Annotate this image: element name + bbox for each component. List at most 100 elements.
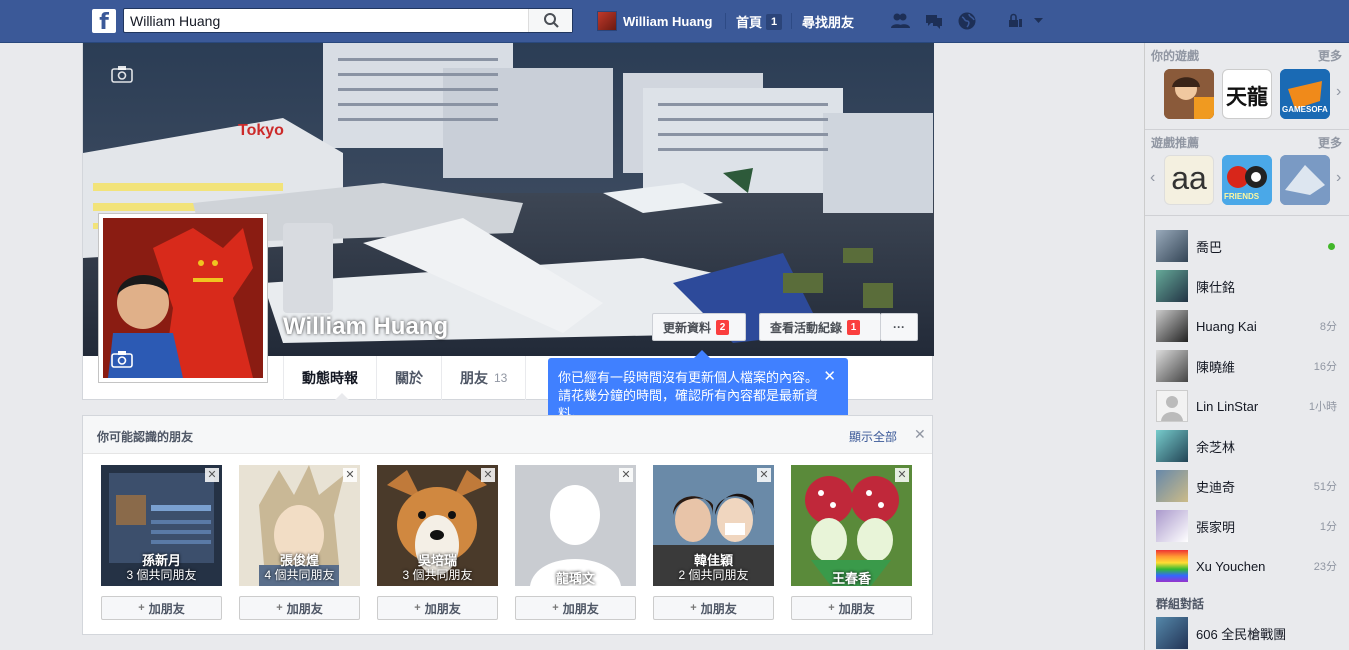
search-box xyxy=(123,8,573,33)
active-tab-indicator xyxy=(335,393,349,400)
pymk-photo[interactable]: ✕ 王春香 xyxy=(791,465,912,586)
friend-name: 喬巴 xyxy=(1196,239,1223,255)
game-icon xyxy=(1280,155,1330,205)
pymk-remove-icon[interactable]: ✕ xyxy=(895,468,909,482)
pymk-mutual[interactable]: 3 個共同朋友 xyxy=(101,566,222,583)
chat-friend-item[interactable]: 余芝林 xyxy=(1156,430,1346,462)
tab-about[interactable]: 關於 xyxy=(376,356,441,400)
games-more-link[interactable]: 更多 xyxy=(1318,47,1342,64)
search-button[interactable] xyxy=(528,9,572,32)
pymk-remove-icon[interactable]: ✕ xyxy=(481,468,495,482)
pymk-card: ✕ 吳培瑞 3 個共同朋友 + 加朋友 xyxy=(377,465,498,620)
more-options-button[interactable]: ··· xyxy=(880,313,918,341)
add-friend-button[interactable]: + 加朋友 xyxy=(239,596,360,620)
nav-find-friends-link[interactable]: 尋找朋友 xyxy=(802,12,854,31)
update-info-badge: 2 xyxy=(716,319,730,335)
nav-home-count: 1 xyxy=(766,13,783,30)
pymk-photo[interactable]: ✕ 孫新月 3 個共同朋友 xyxy=(101,465,222,586)
pymk-remove-icon[interactable]: ✕ xyxy=(343,468,357,482)
game-tile[interactable] xyxy=(1164,69,1214,119)
avatar xyxy=(1156,390,1188,422)
nav-profile-link[interactable]: William Huang xyxy=(597,10,712,32)
game-tile[interactable]: FRIENDS xyxy=(1222,155,1272,205)
pymk-remove-icon[interactable]: ✕ xyxy=(757,468,771,482)
sidebar-divider xyxy=(1145,129,1349,130)
chat-friend-item[interactable]: 張家明 1分 xyxy=(1156,510,1346,542)
add-friend-label: 加朋友 xyxy=(700,601,737,616)
pymk-photo[interactable]: ✕ 吳培瑞 3 個共同朋友 xyxy=(377,465,498,586)
games-next-arrow-icon[interactable]: › xyxy=(1336,83,1341,101)
group-chat-item[interactable]: 606 全民槍戰團 xyxy=(1156,617,1346,649)
add-friend-button[interactable]: + 加朋友 xyxy=(515,596,636,620)
add-friend-label: 加朋友 xyxy=(424,601,461,616)
profile-picture[interactable] xyxy=(98,213,268,383)
friend-requests-icon[interactable] xyxy=(890,11,910,31)
notifications-globe-icon[interactable] xyxy=(957,11,977,31)
pymk-mutual[interactable]: 3 個共同朋友 xyxy=(377,566,498,583)
avatar xyxy=(1156,350,1188,382)
chat-friend-item[interactable]: Lin LinStar 1小時 xyxy=(1156,390,1346,422)
add-friend-label: 加朋友 xyxy=(838,601,875,616)
game-tile[interactable]: GAMESOFA xyxy=(1280,69,1330,119)
chat-friend-item[interactable]: Xu Youchen 23分 xyxy=(1156,550,1346,582)
profile-header-card: Tokyo William Huang 更新資料 2 查看活動紀錄 1 ··· xyxy=(82,43,934,400)
tab-timeline[interactable]: 動態時報 xyxy=(283,356,376,400)
pymk-mutual[interactable]: 4 個共同朋友 xyxy=(239,566,360,583)
friend-last-active: 8分 xyxy=(1319,321,1337,333)
chat-friend-item[interactable]: Huang Kai 8分 xyxy=(1156,310,1346,342)
chat-friend-item[interactable]: 喬巴 xyxy=(1156,230,1346,262)
group-avatar xyxy=(1156,617,1188,649)
game-tile[interactable] xyxy=(1280,155,1330,205)
pymk-remove-icon[interactable]: ✕ xyxy=(205,468,219,482)
facebook-logo-icon[interactable]: f xyxy=(92,9,116,33)
nav-home-link[interactable]: 首頁 1 xyxy=(736,12,783,31)
chat-friend-item[interactable]: 陳曉維 16分 xyxy=(1156,350,1346,382)
add-friend-label: 加朋友 xyxy=(148,601,185,616)
pymk-remove-icon[interactable]: ✕ xyxy=(619,468,633,482)
tooltip-close-button[interactable]: ✕ xyxy=(823,368,836,386)
sidebar-divider xyxy=(1145,215,1349,216)
friend-name: 陳仕銘 xyxy=(1196,279,1236,295)
privacy-shortcuts-icon[interactable] xyxy=(1007,11,1043,31)
friend-name: Huang Kai xyxy=(1196,318,1257,334)
pymk-name[interactable]: 龍瑀文 xyxy=(515,568,636,586)
tab-friends[interactable]: 朋友 13 xyxy=(441,356,525,400)
profile-camera-icon[interactable] xyxy=(111,350,133,368)
people-you-may-know: 你可能認識的朋友 顯示全部 ✕ ✕ 孫新月 3 個共同朋友 + 加朋友 ✕ 張俊煌… xyxy=(82,415,933,635)
pymk-see-all-link[interactable]: 顯示全部 xyxy=(849,428,897,445)
right-sidebar: 你的遊戲 更多 天龍 GAMESOFA › 遊戲推薦 更多 ‹ aa FRIEN… xyxy=(1144,43,1349,650)
cover-camera-icon[interactable] xyxy=(111,65,133,83)
nav-avatar xyxy=(597,11,617,31)
add-friend-icon: + xyxy=(828,602,835,614)
game-tile[interactable]: aa xyxy=(1164,155,1214,205)
pymk-photo[interactable]: ✕ 韓佳穎 2 個共同朋友 xyxy=(653,465,774,586)
rec-next-arrow-icon[interactable]: › xyxy=(1336,169,1341,187)
add-friend-icon: + xyxy=(690,602,697,614)
add-friend-button[interactable]: + 加朋友 xyxy=(101,596,222,620)
add-friend-icon: + xyxy=(138,602,145,614)
messages-icon[interactable] xyxy=(924,11,944,31)
update-info-button[interactable]: 更新資料 2 xyxy=(652,313,746,341)
avatar xyxy=(1156,430,1188,462)
pymk-photo[interactable]: ✕ 張俊煌 4 個共同朋友 xyxy=(239,465,360,586)
pymk-name[interactable]: 王春香 xyxy=(791,568,912,586)
pymk-photo[interactable]: ✕ 龍瑀文 xyxy=(515,465,636,586)
chat-friend-item[interactable]: 史迪奇 51分 xyxy=(1156,470,1346,502)
rec-prev-arrow-icon[interactable]: ‹ xyxy=(1150,169,1155,187)
add-friend-button[interactable]: + 加朋友 xyxy=(791,596,912,620)
search-input[interactable] xyxy=(124,9,529,32)
chat-friend-item[interactable]: 陳仕銘 xyxy=(1156,270,1346,302)
rec-games-more-link[interactable]: 更多 xyxy=(1318,134,1342,151)
pymk-header: 你可能認識的朋友 顯示全部 ✕ xyxy=(83,416,932,454)
friends-count: 13 xyxy=(494,371,508,385)
pymk-card: ✕ 龍瑀文 + 加朋友 xyxy=(515,465,636,620)
search-icon xyxy=(544,13,559,28)
pymk-close-icon[interactable]: ✕ xyxy=(914,426,926,443)
add-friend-button[interactable]: + 加朋友 xyxy=(653,596,774,620)
activity-log-button[interactable]: 查看活動紀錄 1 xyxy=(759,313,880,341)
tooltip-text: 你已經有一段時間沒有更新個人檔案的內容。請花幾分鐘的時間，確認所有內容都是最新資… xyxy=(558,370,819,421)
add-friend-button[interactable]: + 加朋友 xyxy=(377,596,498,620)
pymk-mutual[interactable]: 2 個共同朋友 xyxy=(653,566,774,583)
avatar xyxy=(1156,510,1188,542)
game-tile[interactable]: 天龍 xyxy=(1222,69,1272,119)
